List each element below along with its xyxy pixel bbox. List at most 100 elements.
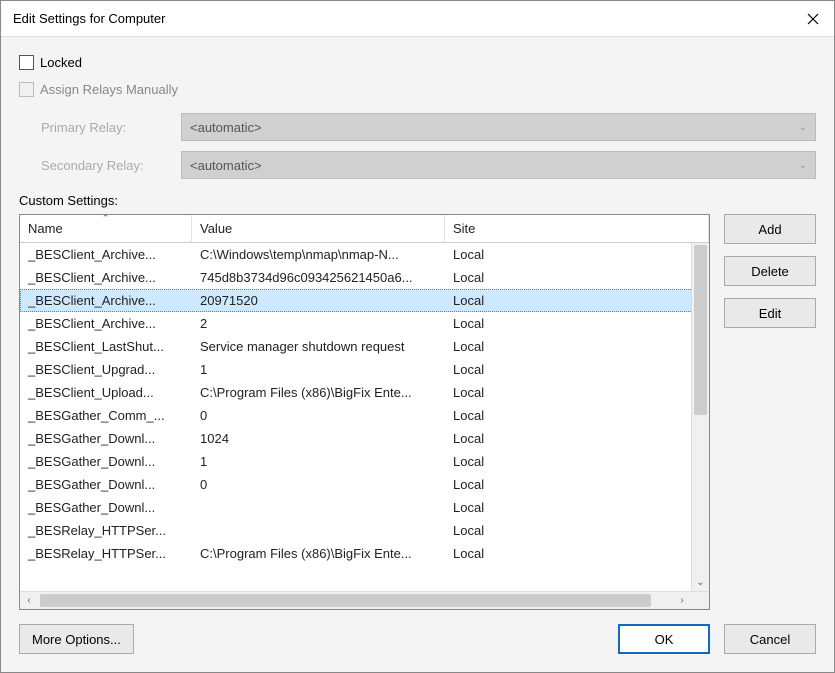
locked-checkbox[interactable]: Locked	[19, 55, 816, 70]
settings-table: ⌃ Name Value Site _BESClient_Archive...C…	[19, 214, 710, 610]
cell-name: _BESGather_Downl...	[20, 454, 192, 469]
edit-button[interactable]: Edit	[724, 298, 816, 328]
cell-site: Local	[445, 362, 709, 377]
cell-site: Local	[445, 500, 709, 515]
checkbox-icon	[19, 82, 34, 97]
vertical-scrollbar[interactable]: ⌄	[691, 243, 709, 591]
cell-value: C:\Program Files (x86)\BigFix Ente...	[192, 385, 445, 400]
side-buttons: Add Delete Edit	[724, 214, 816, 610]
cell-site: Local	[445, 523, 709, 538]
cell-value: 745d8b3734d96c093425621450a6...	[192, 270, 445, 285]
cell-name: _BESRelay_HTTPSer...	[20, 546, 192, 561]
scroll-down-icon[interactable]: ⌄	[692, 573, 709, 591]
footer-right: OK Cancel	[618, 624, 816, 654]
cell-site: Local	[445, 339, 709, 354]
cell-value: C:\Windows\temp\nmap\nmap-N...	[192, 247, 445, 262]
footer: More Options... OK Cancel	[19, 610, 816, 672]
cell-site: Local	[445, 293, 709, 308]
ok-button[interactable]: OK	[618, 624, 710, 654]
table-row[interactable]: _BESGather_Downl...1Local	[20, 450, 709, 473]
add-button[interactable]: Add	[724, 214, 816, 244]
cell-value: Service manager shutdown request	[192, 339, 445, 354]
table-row[interactable]: _BESGather_Downl... Local	[20, 496, 709, 519]
cell-value: 0	[192, 477, 445, 492]
close-icon	[807, 13, 819, 25]
cell-site: Local	[445, 477, 709, 492]
cell-value: 1	[192, 454, 445, 469]
cell-name: _BESClient_Archive...	[20, 316, 192, 331]
scrollbar-track[interactable]	[38, 592, 673, 609]
secondary-relay-row: Secondary Relay: <automatic> ⌄	[41, 151, 816, 179]
scroll-right-icon[interactable]: ›	[673, 595, 691, 606]
titlebar: Edit Settings for Computer	[1, 1, 834, 37]
cell-site: Local	[445, 247, 709, 262]
primary-relay-label: Primary Relay:	[41, 120, 181, 135]
cancel-button[interactable]: Cancel	[724, 624, 816, 654]
cell-site: Local	[445, 454, 709, 469]
cell-value: 1024	[192, 431, 445, 446]
table-row[interactable]: _BESClient_Archive...C:\Windows\temp\nma…	[20, 243, 709, 266]
table-row[interactable]: _BESClient_Archive...745d8b3734d96c09342…	[20, 266, 709, 289]
column-header-name[interactable]: ⌃ Name	[20, 215, 192, 242]
primary-relay-row: Primary Relay: <automatic> ⌄	[41, 113, 816, 141]
dialog-content: Locked Assign Relays Manually Primary Re…	[1, 37, 834, 672]
assign-relays-checkbox: Assign Relays Manually	[19, 82, 816, 97]
cell-name: _BESRelay_HTTPSer...	[20, 523, 192, 538]
more-options-button[interactable]: More Options...	[19, 624, 134, 654]
window-title: Edit Settings for Computer	[13, 11, 165, 26]
cell-name: _BESGather_Downl...	[20, 431, 192, 446]
cell-value: 1	[192, 362, 445, 377]
table-row[interactable]: _BESGather_Downl...0Local	[20, 473, 709, 496]
custom-settings-label: Custom Settings:	[19, 193, 816, 208]
relay-block: Primary Relay: <automatic> ⌄ Secondary R…	[41, 103, 816, 179]
chevron-down-icon: ⌄	[799, 160, 807, 171]
scroll-left-icon[interactable]: ‹	[20, 595, 38, 606]
delete-button[interactable]: Delete	[724, 256, 816, 286]
chevron-down-icon: ⌄	[799, 122, 807, 133]
cell-name: _BESGather_Comm_...	[20, 408, 192, 423]
primary-relay-value: <automatic>	[190, 120, 262, 135]
cell-name: _BESClient_Upgrad...	[20, 362, 192, 377]
cell-value: C:\Program Files (x86)\BigFix Ente...	[192, 546, 445, 561]
table-row[interactable]: _BESGather_Comm_...0Local	[20, 404, 709, 427]
table-row[interactable]: _BESRelay_HTTPSer...C:\Program Files (x8…	[20, 542, 709, 565]
scrollbar-thumb[interactable]	[694, 245, 707, 415]
column-header-site[interactable]: Site	[445, 215, 709, 242]
sort-asc-icon: ⌃	[102, 214, 110, 222]
table-row[interactable]: _BESRelay_HTTPSer... Local	[20, 519, 709, 542]
secondary-relay-value: <automatic>	[190, 158, 262, 173]
table-row[interactable]: _BESClient_Archive...2Local	[20, 312, 709, 335]
table-row[interactable]: _BESClient_Upload...C:\Program Files (x8…	[20, 381, 709, 404]
cell-name: _BESClient_Archive...	[20, 293, 192, 308]
checkbox-icon	[19, 55, 34, 70]
secondary-relay-select: <automatic> ⌄	[181, 151, 816, 179]
cell-name: _BESGather_Downl...	[20, 477, 192, 492]
cell-site: Local	[445, 431, 709, 446]
secondary-relay-label: Secondary Relay:	[41, 158, 181, 173]
cell-site: Local	[445, 546, 709, 561]
cell-site: Local	[445, 270, 709, 285]
horizontal-scrollbar[interactable]: ‹ ›	[20, 591, 709, 609]
assign-relays-label: Assign Relays Manually	[40, 82, 178, 97]
cell-name: _BESClient_Archive...	[20, 270, 192, 285]
cell-value: 2	[192, 316, 445, 331]
table-row[interactable]: _BESClient_Archive...20971520Local	[20, 289, 709, 312]
cell-site: Local	[445, 385, 709, 400]
table-row[interactable]: _BESClient_LastShut...Service manager sh…	[20, 335, 709, 358]
scrollbar-thumb[interactable]	[40, 594, 651, 607]
cell-name: _BESClient_LastShut...	[20, 339, 192, 354]
cell-value: 20971520	[192, 293, 445, 308]
primary-relay-select: <automatic> ⌄	[181, 113, 816, 141]
cell-name: _BESClient_Archive...	[20, 247, 192, 262]
main-area: ⌃ Name Value Site _BESClient_Archive...C…	[19, 214, 816, 610]
close-button[interactable]	[800, 6, 826, 32]
locked-label: Locked	[40, 55, 82, 70]
table-row[interactable]: _BESClient_Upgrad...1Local	[20, 358, 709, 381]
column-header-value[interactable]: Value	[192, 215, 445, 242]
cell-name: _BESGather_Downl...	[20, 500, 192, 515]
cell-site: Local	[445, 408, 709, 423]
cell-name: _BESClient_Upload...	[20, 385, 192, 400]
table-header: ⌃ Name Value Site	[20, 215, 709, 243]
table-body: _BESClient_Archive...C:\Windows\temp\nma…	[20, 243, 709, 591]
table-row[interactable]: _BESGather_Downl...1024Local	[20, 427, 709, 450]
